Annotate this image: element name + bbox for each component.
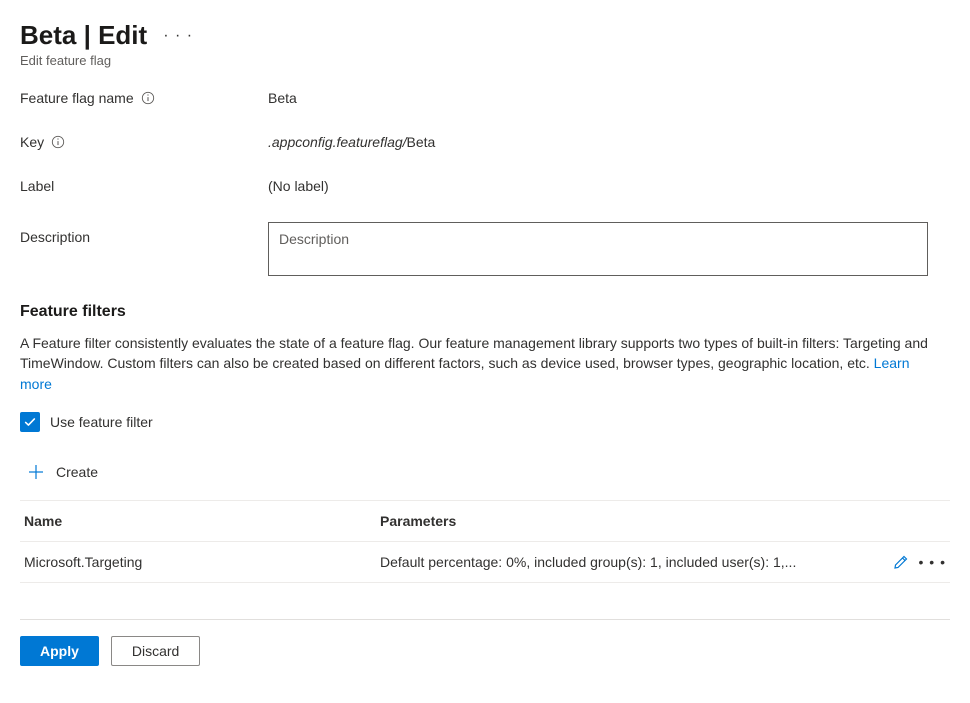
key-prefix: .appconfig.featureflag/ (268, 134, 407, 150)
page-subtitle: Edit feature flag (20, 53, 950, 68)
filter-params-cell: Default percentage: 0%, included group(s… (380, 542, 893, 582)
key-value: .appconfig.featureflag/Beta (268, 134, 950, 150)
filter-name-cell: Microsoft.Targeting (24, 542, 380, 582)
key-label: Key (20, 134, 44, 150)
description-label: Description (20, 229, 90, 245)
label-value: (No label) (268, 178, 950, 194)
more-icon[interactable]: · · · (163, 27, 193, 45)
description-input[interactable] (268, 222, 928, 276)
apply-button[interactable]: Apply (20, 636, 99, 666)
edit-icon[interactable] (893, 554, 909, 570)
table-row[interactable]: Microsoft.Targeting Default percentage: … (20, 542, 950, 583)
feature-flag-name-value: Beta (268, 90, 950, 106)
feature-filters-heading: Feature filters (20, 303, 950, 321)
use-feature-filter-label: Use feature filter (50, 414, 153, 430)
feature-filters-description: A Feature filter consistently evaluates … (20, 333, 940, 394)
discard-button[interactable]: Discard (111, 636, 200, 666)
label-label: Label (20, 178, 54, 194)
page-title: Beta | Edit (20, 20, 147, 51)
create-label: Create (56, 464, 98, 480)
feature-flag-name-label: Feature flag name (20, 90, 134, 106)
create-button[interactable]: Create (20, 462, 950, 482)
plus-icon (26, 462, 46, 482)
info-icon[interactable] (51, 135, 65, 149)
table-header-params: Parameters (380, 501, 946, 541)
key-suffix: Beta (407, 134, 436, 150)
table-header-name: Name (24, 501, 380, 541)
info-icon[interactable] (141, 91, 155, 105)
row-more-icon[interactable]: • • • (919, 554, 946, 570)
table-header: Name Parameters (20, 501, 950, 542)
use-feature-filter-checkbox[interactable] (20, 412, 40, 432)
